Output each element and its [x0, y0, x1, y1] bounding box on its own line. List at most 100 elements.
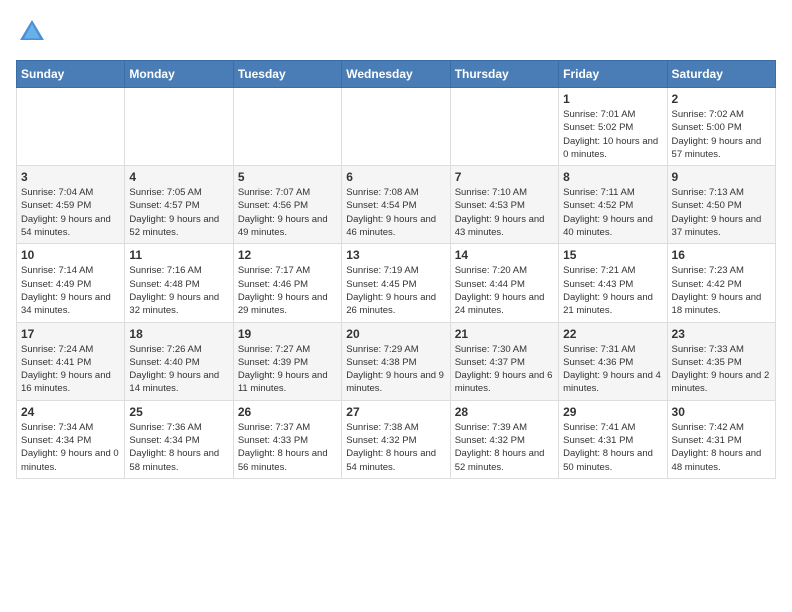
- header-thursday: Thursday: [450, 61, 558, 88]
- calendar-cell: 14Sunrise: 7:20 AM Sunset: 4:44 PM Dayli…: [450, 244, 558, 322]
- day-number: 15: [563, 248, 662, 262]
- day-info: Sunrise: 7:02 AM Sunset: 5:00 PM Dayligh…: [672, 108, 771, 161]
- day-number: 19: [238, 327, 337, 341]
- calendar-cell: 27 Sunrise: 7:38 AM Sunset: 4:32 PM Dayli…: [342, 400, 450, 478]
- day-number: 17: [21, 327, 120, 341]
- day-number: 28: [455, 405, 554, 419]
- day-number: 20: [346, 327, 445, 341]
- day-info: Sunrise: 7:33 AM Sunset: 4:35 PM Dayligh…: [672, 343, 771, 396]
- day-info: Sunrise: 7:05 AM Sunset: 4:57 PM Dayligh…: [129, 186, 228, 239]
- calendar-week-row: 24Sunrise: 7:34 AM Sunset: 4:34 PM Dayli…: [17, 400, 776, 478]
- day-number: 23: [672, 327, 771, 341]
- day-info: Sunrise: 7:39 AM Sunset: 4:32 PM Dayligh…: [455, 421, 554, 474]
- calendar-cell: [450, 88, 558, 166]
- logo-icon: [16, 16, 48, 48]
- page-header: [16, 16, 776, 48]
- day-info: Sunrise: 7:29 AM Sunset: 4:38 PM Dayligh…: [346, 343, 445, 396]
- day-number: 16: [672, 248, 771, 262]
- calendar-cell: 21 Sunrise: 7:30 AM Sunset: 4:37 PM Dayli…: [450, 322, 558, 400]
- day-number: 8: [563, 170, 662, 184]
- calendar-cell: 23 Sunrise: 7:33 AM Sunset: 4:35 PM Dayli…: [667, 322, 775, 400]
- calendar-header-row: SundayMondayTuesdayWednesdayThursdayFrid…: [17, 61, 776, 88]
- calendar-cell: [233, 88, 341, 166]
- calendar-cell: 17 Sunrise: 7:24 AM Sunset: 4:41 PM Dayli…: [17, 322, 125, 400]
- calendar-cell: 22 Sunrise: 7:31 AM Sunset: 4:36 PM Dayli…: [559, 322, 667, 400]
- calendar-cell: 4 Sunrise: 7:05 AM Sunset: 4:57 PM Daylig…: [125, 166, 233, 244]
- calendar-cell: 30 Sunrise: 7:42 AM Sunset: 4:31 PM Dayli…: [667, 400, 775, 478]
- calendar-week-row: 1 Sunrise: 7:01 AM Sunset: 5:02 PM Daylig…: [17, 88, 776, 166]
- day-info: Sunrise: 7:30 AM Sunset: 4:37 PM Dayligh…: [455, 343, 554, 396]
- calendar-cell: 12 Sunrise: 7:17 AM Sunset: 4:46 PM Dayli…: [233, 244, 341, 322]
- day-info: Sunrise: 7:11 AM Sunset: 4:52 PM Dayligh…: [563, 186, 662, 239]
- logo: [16, 16, 52, 48]
- day-number: 26: [238, 405, 337, 419]
- calendar-cell: 25 Sunrise: 7:36 AM Sunset: 4:34 PM Dayli…: [125, 400, 233, 478]
- day-info: Sunrise: 7:20 AM Sunset: 4:44 PM Dayligh…: [455, 264, 554, 317]
- header-sunday: Sunday: [17, 61, 125, 88]
- header-wednesday: Wednesday: [342, 61, 450, 88]
- calendar-cell: 2 Sunrise: 7:02 AM Sunset: 5:00 PM Daylig…: [667, 88, 775, 166]
- day-number: 13: [346, 248, 445, 262]
- day-number: 12: [238, 248, 337, 262]
- calendar-week-row: 17 Sunrise: 7:24 AM Sunset: 4:41 PM Dayli…: [17, 322, 776, 400]
- day-info: Sunrise: 7:10 AM Sunset: 4:53 PM Dayligh…: [455, 186, 554, 239]
- calendar-cell: 11Sunrise: 7:16 AM Sunset: 4:48 PM Dayli…: [125, 244, 233, 322]
- day-info: Sunrise: 7:31 AM Sunset: 4:36 PM Dayligh…: [563, 343, 662, 396]
- calendar-cell: 29 Sunrise: 7:41 AM Sunset: 4:31 PM Dayli…: [559, 400, 667, 478]
- day-number: 3: [21, 170, 120, 184]
- day-info: Sunrise: 7:01 AM Sunset: 5:02 PM Dayligh…: [563, 108, 662, 161]
- day-info: Sunrise: 7:27 AM Sunset: 4:39 PM Dayligh…: [238, 343, 337, 396]
- calendar-cell: 16 Sunrise: 7:23 AM Sunset: 4:42 PM Dayli…: [667, 244, 775, 322]
- day-number: 25: [129, 405, 228, 419]
- header-monday: Monday: [125, 61, 233, 88]
- day-info: Sunrise: 7:07 AM Sunset: 4:56 PM Dayligh…: [238, 186, 337, 239]
- day-number: 6: [346, 170, 445, 184]
- day-number: 22: [563, 327, 662, 341]
- day-info: Sunrise: 7:08 AM Sunset: 4:54 PM Dayligh…: [346, 186, 445, 239]
- day-number: 21: [455, 327, 554, 341]
- day-number: 4: [129, 170, 228, 184]
- calendar-cell: 5Sunrise: 7:07 AM Sunset: 4:56 PM Daylig…: [233, 166, 341, 244]
- calendar-cell: 9 Sunrise: 7:13 AM Sunset: 4:50 PM Daylig…: [667, 166, 775, 244]
- calendar-cell: 3 Sunrise: 7:04 AM Sunset: 4:59 PM Daylig…: [17, 166, 125, 244]
- day-number: 27: [346, 405, 445, 419]
- calendar-cell: 7 Sunrise: 7:10 AM Sunset: 4:53 PM Daylig…: [450, 166, 558, 244]
- header-saturday: Saturday: [667, 61, 775, 88]
- day-info: Sunrise: 7:36 AM Sunset: 4:34 PM Dayligh…: [129, 421, 228, 474]
- day-info: Sunrise: 7:37 AM Sunset: 4:33 PM Dayligh…: [238, 421, 337, 474]
- calendar-cell: 6 Sunrise: 7:08 AM Sunset: 4:54 PM Daylig…: [342, 166, 450, 244]
- day-number: 1: [563, 92, 662, 106]
- day-number: 30: [672, 405, 771, 419]
- calendar-week-row: 10Sunrise: 7:14 AM Sunset: 4:49 PM Dayli…: [17, 244, 776, 322]
- calendar-cell: 1 Sunrise: 7:01 AM Sunset: 5:02 PM Daylig…: [559, 88, 667, 166]
- day-info: Sunrise: 7:41 AM Sunset: 4:31 PM Dayligh…: [563, 421, 662, 474]
- calendar-cell: [125, 88, 233, 166]
- calendar-cell: 15 Sunrise: 7:21 AM Sunset: 4:43 PM Dayli…: [559, 244, 667, 322]
- day-info: Sunrise: 7:24 AM Sunset: 4:41 PM Dayligh…: [21, 343, 120, 396]
- day-info: Sunrise: 7:38 AM Sunset: 4:32 PM Dayligh…: [346, 421, 445, 474]
- day-number: 9: [672, 170, 771, 184]
- day-info: Sunrise: 7:19 AM Sunset: 4:45 PM Dayligh…: [346, 264, 445, 317]
- header-tuesday: Tuesday: [233, 61, 341, 88]
- day-number: 29: [563, 405, 662, 419]
- calendar-week-row: 3 Sunrise: 7:04 AM Sunset: 4:59 PM Daylig…: [17, 166, 776, 244]
- header-friday: Friday: [559, 61, 667, 88]
- day-info: Sunrise: 7:04 AM Sunset: 4:59 PM Dayligh…: [21, 186, 120, 239]
- day-info: Sunrise: 7:14 AM Sunset: 4:49 PM Dayligh…: [21, 264, 120, 317]
- calendar-cell: 19 Sunrise: 7:27 AM Sunset: 4:39 PM Dayli…: [233, 322, 341, 400]
- calendar-cell: 28 Sunrise: 7:39 AM Sunset: 4:32 PM Dayli…: [450, 400, 558, 478]
- day-info: Sunrise: 7:42 AM Sunset: 4:31 PM Dayligh…: [672, 421, 771, 474]
- day-info: Sunrise: 7:13 AM Sunset: 4:50 PM Dayligh…: [672, 186, 771, 239]
- calendar-cell: 18Sunrise: 7:26 AM Sunset: 4:40 PM Dayli…: [125, 322, 233, 400]
- day-info: Sunrise: 7:16 AM Sunset: 4:48 PM Dayligh…: [129, 264, 228, 317]
- day-info: Sunrise: 7:21 AM Sunset: 4:43 PM Dayligh…: [563, 264, 662, 317]
- calendar-table: SundayMondayTuesdayWednesdayThursdayFrid…: [16, 60, 776, 479]
- day-number: 2: [672, 92, 771, 106]
- day-number: 7: [455, 170, 554, 184]
- calendar-cell: 10Sunrise: 7:14 AM Sunset: 4:49 PM Dayli…: [17, 244, 125, 322]
- calendar-cell: [17, 88, 125, 166]
- day-info: Sunrise: 7:34 AM Sunset: 4:34 PM Dayligh…: [21, 421, 120, 474]
- day-info: Sunrise: 7:26 AM Sunset: 4:40 PM Dayligh…: [129, 343, 228, 396]
- day-info: Sunrise: 7:17 AM Sunset: 4:46 PM Dayligh…: [238, 264, 337, 317]
- day-info: Sunrise: 7:23 AM Sunset: 4:42 PM Dayligh…: [672, 264, 771, 317]
